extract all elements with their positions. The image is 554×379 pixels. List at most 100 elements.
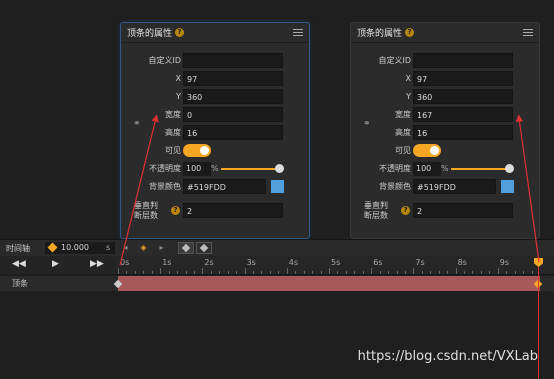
hamburger-menu-icon[interactable] bbox=[523, 29, 533, 36]
color-swatch[interactable] bbox=[501, 180, 514, 193]
ruler-tick-label: 5s bbox=[331, 258, 341, 267]
row-hit-layers: 垂直判断层数 ? 2 bbox=[121, 201, 309, 220]
ruler-tick bbox=[244, 268, 246, 274]
row-visible: 可见 bbox=[351, 143, 539, 159]
play-icon[interactable]: ▶ bbox=[52, 259, 59, 269]
ruler-minor-tick bbox=[278, 271, 280, 274]
ruler-tick bbox=[455, 268, 457, 274]
bg-color-input[interactable]: #519FDD bbox=[183, 179, 266, 194]
ruler-minor-tick bbox=[303, 271, 305, 274]
ruler-tick bbox=[329, 268, 330, 274]
panel-title: 顶条的属性 bbox=[357, 29, 403, 39]
hit-layers-input[interactable]: 2 bbox=[413, 203, 513, 218]
ruler-minor-tick bbox=[219, 271, 221, 274]
ruler-minor-tick bbox=[134, 271, 136, 274]
row-visible: 可见 bbox=[121, 143, 309, 159]
fast-forward-icon[interactable]: ▶▶ bbox=[90, 259, 104, 269]
ruler-minor-tick bbox=[430, 271, 432, 274]
row-opacity: 不透明度 100 % bbox=[351, 161, 539, 177]
slider-handle[interactable] bbox=[275, 164, 284, 173]
width-input[interactable]: 167 bbox=[413, 107, 513, 122]
row-height: 高度 16 bbox=[351, 125, 539, 141]
slider-handle[interactable] bbox=[505, 164, 514, 173]
visible-toggle[interactable] bbox=[413, 144, 441, 157]
keyframe-toggle-button[interactable] bbox=[178, 242, 194, 254]
ruler-minor-tick bbox=[193, 271, 195, 274]
row-bg-color: 背景颜色 #519FDD bbox=[351, 179, 539, 195]
ruler-minor-tick bbox=[489, 271, 491, 274]
opacity-slider[interactable] bbox=[221, 164, 284, 173]
help-icon[interactable]: ? bbox=[171, 206, 180, 215]
ruler-minor-tick bbox=[438, 271, 440, 274]
ruler-tick-label: 4s bbox=[288, 258, 299, 267]
panel-header: 顶条的属性 ? bbox=[351, 23, 539, 43]
timeline-toolbar: 时间轴 10.000 s ◂ ◈ ▸ bbox=[0, 239, 554, 256]
ruler-minor-tick bbox=[227, 271, 229, 274]
ruler-minor-tick bbox=[210, 271, 212, 274]
ruler-tick-label: 0s bbox=[120, 258, 130, 267]
ruler-tick bbox=[118, 268, 119, 274]
opacity-input[interactable]: 100 bbox=[183, 162, 211, 176]
ruler-minor-tick bbox=[506, 271, 508, 274]
custom-id-input[interactable] bbox=[413, 53, 513, 68]
track-clip-bar[interactable] bbox=[118, 276, 540, 291]
ruler-minor-tick bbox=[345, 271, 347, 274]
ruler-minor-tick bbox=[514, 271, 516, 274]
hamburger-menu-icon[interactable] bbox=[293, 29, 303, 36]
ruler-minor-tick bbox=[396, 271, 398, 274]
color-swatch[interactable] bbox=[271, 180, 284, 193]
hit-layers-input[interactable]: 2 bbox=[183, 203, 283, 218]
duration-field[interactable]: 10.000 s bbox=[45, 242, 115, 254]
ruler-tick bbox=[202, 268, 204, 274]
opacity-input[interactable]: 100 bbox=[413, 162, 441, 176]
ruler-tick bbox=[413, 268, 415, 274]
watermark: https://blog.csdn.net/VXLab bbox=[357, 349, 538, 364]
ruler-tick-label: 1s bbox=[162, 258, 172, 267]
prev-keyframe-icon[interactable]: ◂ bbox=[120, 243, 131, 253]
track-name: 顶条 bbox=[12, 279, 28, 288]
y-input[interactable]: 360 bbox=[183, 89, 283, 104]
y-input[interactable]: 360 bbox=[413, 89, 513, 104]
x-input[interactable]: 97 bbox=[183, 71, 283, 86]
help-icon[interactable]: ? bbox=[175, 28, 185, 37]
help-icon[interactable]: ? bbox=[405, 28, 415, 37]
property-panel-left: 顶条的属性 ? 自定义ID X 97 Y 360 ⚭ 宽度 0 高度 16 可见… bbox=[120, 22, 310, 239]
width-input[interactable]: 0 bbox=[183, 107, 283, 122]
ruler-minor-tick bbox=[464, 271, 466, 274]
row-height: 高度 16 bbox=[121, 125, 309, 141]
panel-title: 顶条的属性 bbox=[127, 29, 173, 39]
row-y: Y 360 bbox=[351, 89, 539, 105]
add-keyframe-icon[interactable]: ◈ bbox=[138, 243, 149, 253]
playback-controls: ◀◀ ▶ ▶▶ bbox=[0, 256, 116, 274]
row-custom-id: 自定义ID bbox=[351, 53, 539, 69]
ruler-tick-label: 7s bbox=[415, 258, 425, 267]
row-width: 宽度 0 bbox=[121, 107, 309, 123]
panel-header: 顶条的属性 ? bbox=[121, 23, 309, 43]
height-input[interactable]: 16 bbox=[183, 125, 283, 140]
custom-id-input[interactable] bbox=[183, 53, 283, 68]
bg-color-input[interactable]: #519FDD bbox=[413, 179, 496, 194]
x-input[interactable]: 97 bbox=[413, 71, 513, 86]
row-y: Y 360 bbox=[121, 89, 309, 105]
ruler-minor-tick bbox=[362, 271, 364, 274]
ruler-minor-tick bbox=[312, 271, 314, 274]
timeline-label: 时间轴 bbox=[6, 244, 30, 253]
ruler-minor-tick bbox=[168, 271, 170, 274]
timeline-ruler[interactable]: 0s 1s 2s 3s 4s 5s 6s 7s 8s 9s bbox=[116, 256, 554, 275]
keyframe-toggle-button[interactable] bbox=[196, 242, 212, 254]
keyframe-icon bbox=[47, 242, 58, 253]
playhead[interactable] bbox=[538, 256, 539, 379]
ruler-minor-tick bbox=[337, 271, 339, 274]
rewind-icon[interactable]: ◀◀ bbox=[12, 259, 26, 269]
ruler-minor-tick bbox=[126, 271, 128, 274]
height-input[interactable]: 16 bbox=[413, 125, 513, 140]
next-keyframe-icon[interactable]: ▸ bbox=[156, 243, 167, 253]
visible-toggle[interactable] bbox=[183, 144, 211, 157]
help-icon[interactable]: ? bbox=[401, 206, 410, 215]
row-bg-color: 背景颜色 #519FDD bbox=[121, 179, 309, 195]
opacity-slider[interactable] bbox=[451, 164, 514, 173]
ruler-tick-label: 3s bbox=[246, 258, 256, 267]
row-opacity: 不透明度 100 % bbox=[121, 161, 309, 177]
ruler-minor-tick bbox=[531, 271, 533, 274]
timeline-empty-area bbox=[0, 292, 554, 379]
